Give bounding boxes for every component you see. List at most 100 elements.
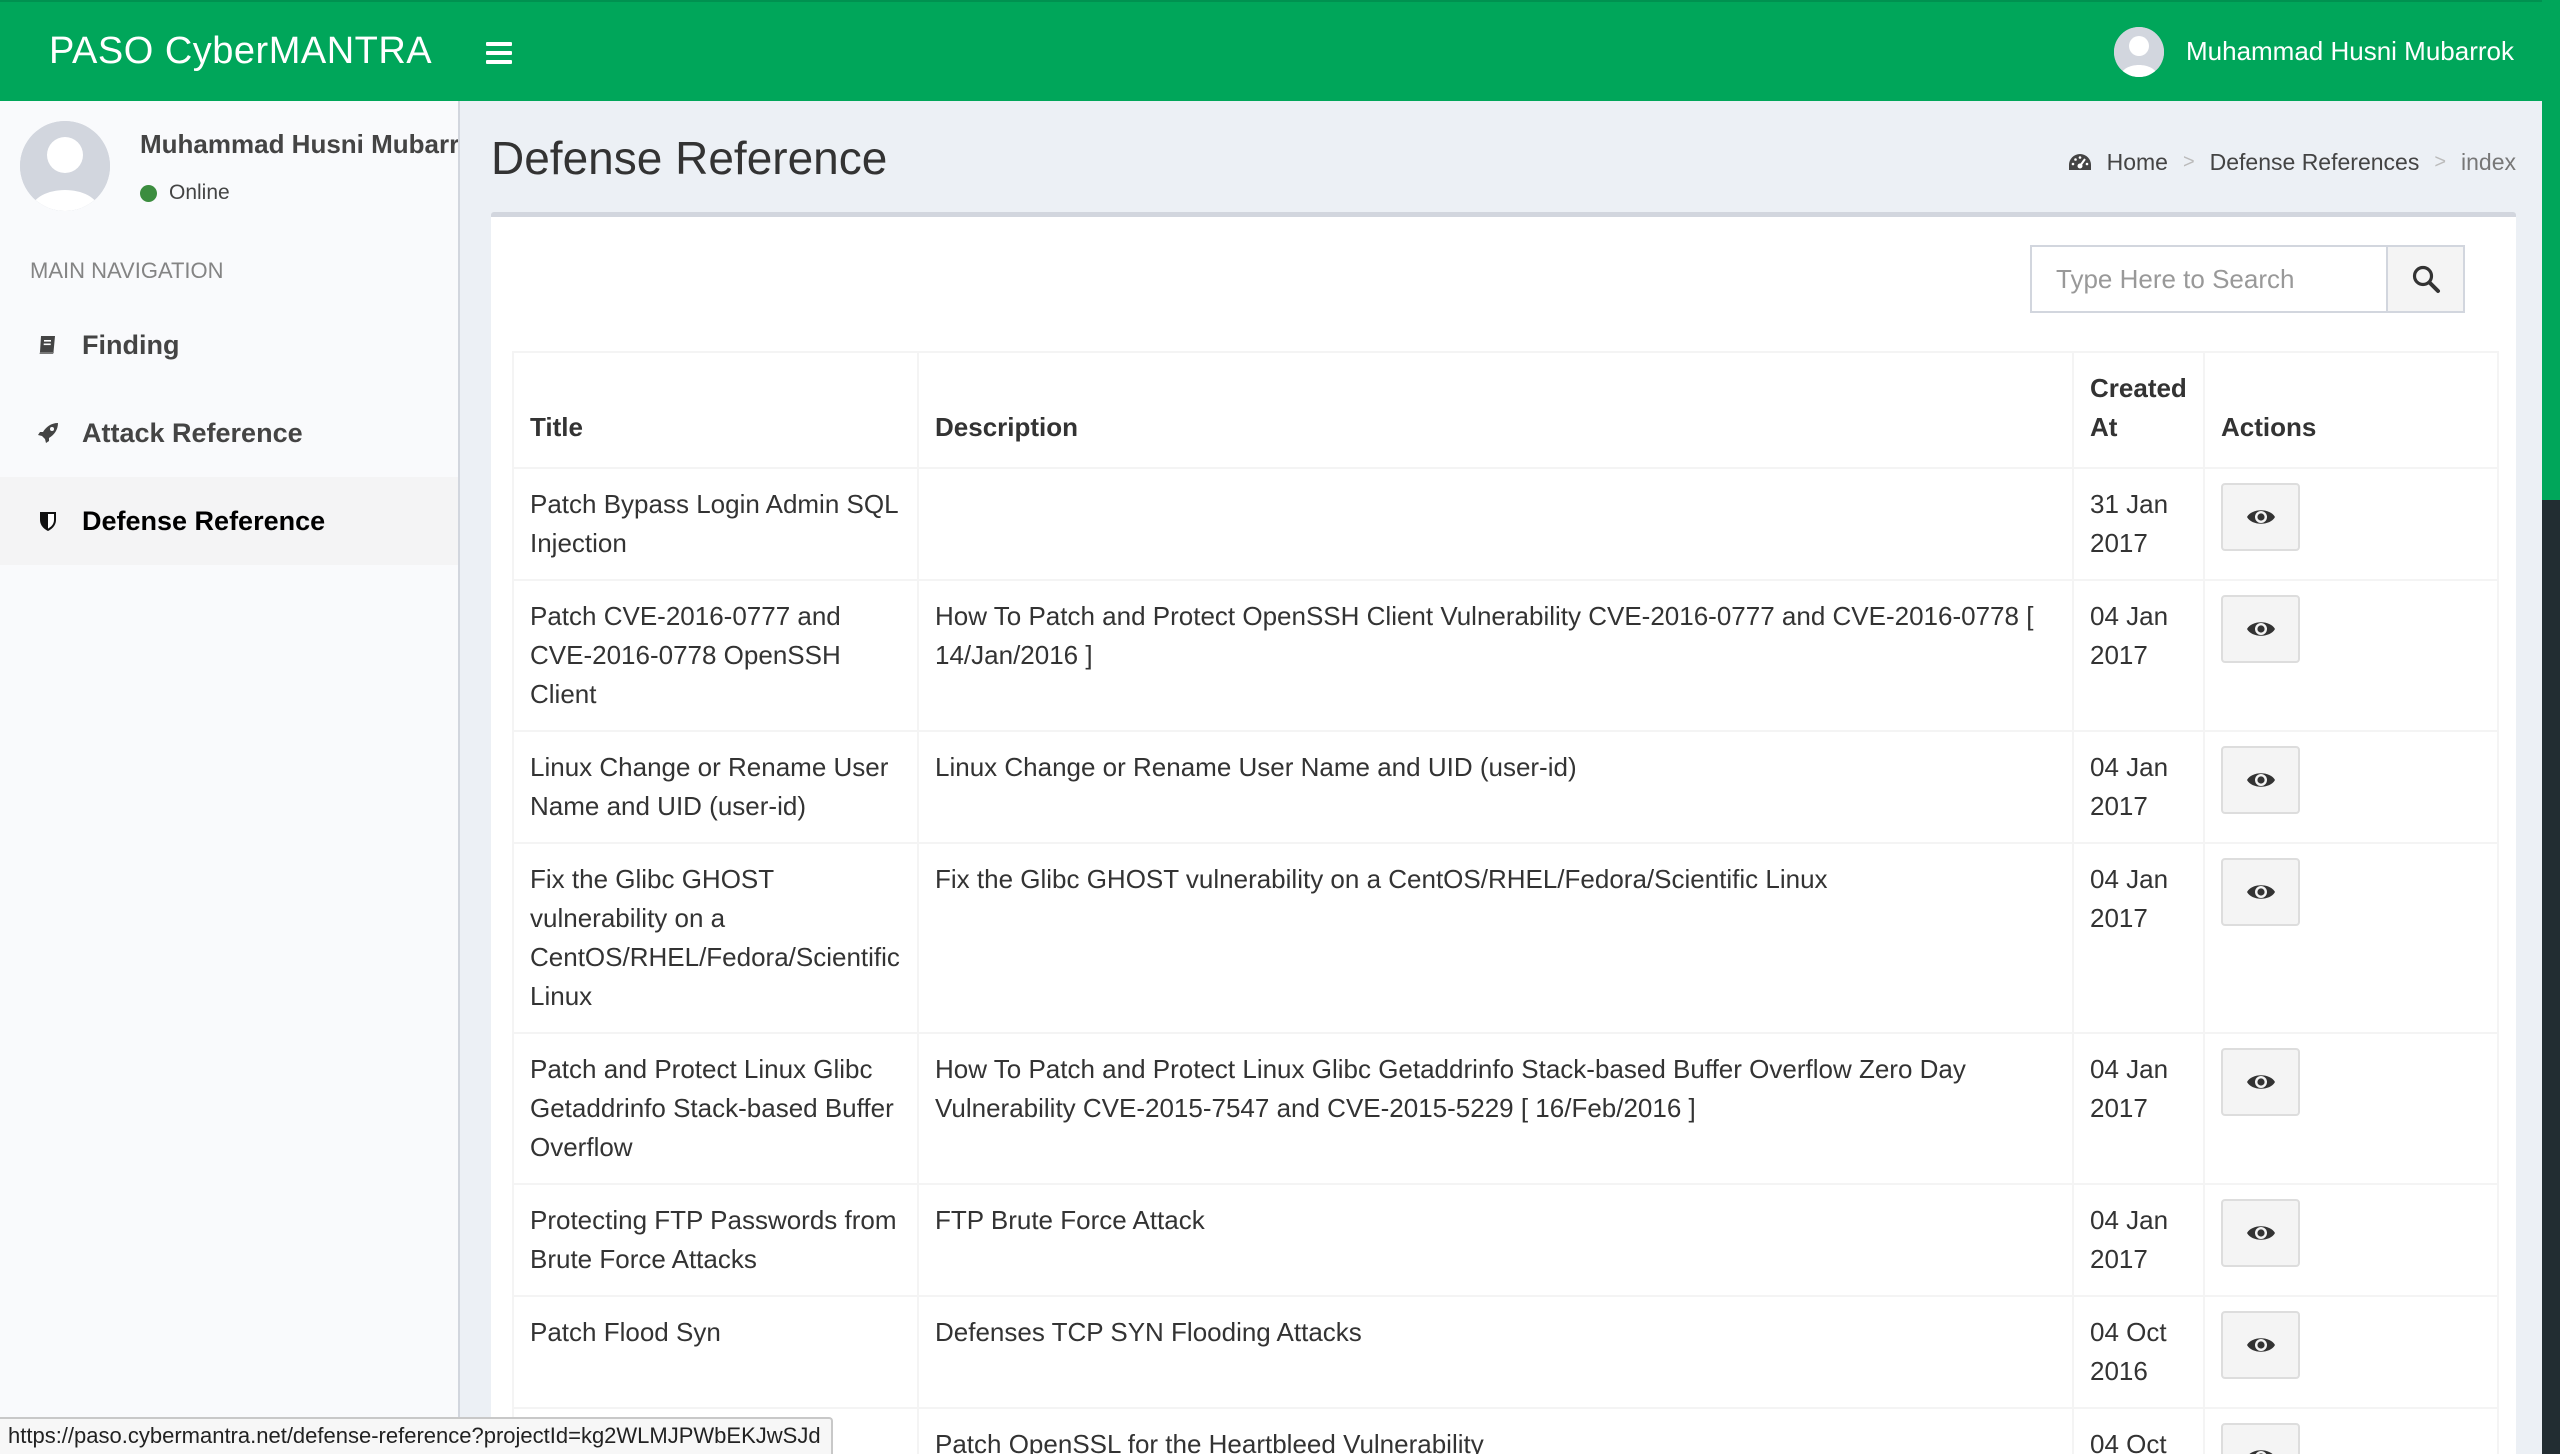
breadcrumb-home[interactable]: Home xyxy=(2107,149,2168,176)
view-button[interactable] xyxy=(2221,858,2300,926)
view-button[interactable] xyxy=(2221,1048,2300,1116)
cell-description: Defenses TCP SYN Flooding Attacks xyxy=(917,1295,2074,1409)
cell-description: Linux Change or Rename User Name and UID… xyxy=(917,730,2074,844)
view-button[interactable] xyxy=(2221,1423,2300,1454)
cell-title: Patch and Protect Linux Glibc Getaddrinf… xyxy=(512,1032,919,1185)
table-row: Linux Change or Rename User Name and UID… xyxy=(512,730,2499,844)
cell-actions xyxy=(2203,1032,2499,1185)
cell-description: How To Patch and Protect Linux Glibc Get… xyxy=(917,1032,2074,1185)
cell-actions xyxy=(2203,730,2499,844)
search-input[interactable] xyxy=(2030,245,2386,313)
cell-actions xyxy=(2203,1183,2499,1297)
book-icon xyxy=(36,332,82,358)
cell-title: Fix the Glibc GHOST vulnerability on a C… xyxy=(512,842,919,1034)
online-status-icon xyxy=(140,184,157,202)
cell-description: FTP Brute Force Attack xyxy=(917,1183,2074,1297)
cell-actions xyxy=(2203,579,2499,732)
sidebar-item-finding[interactable]: Finding xyxy=(0,301,458,389)
user-menu-name: Muhammad Husni Mubarrok xyxy=(2185,36,2514,66)
sidebar-item-label: Defense Reference xyxy=(82,505,326,536)
view-button[interactable] xyxy=(2221,746,2300,814)
user-menu[interactable]: Muhammad Husni Mubarrok xyxy=(2113,2,2514,101)
eye-icon xyxy=(2246,773,2275,787)
shield-icon xyxy=(36,508,82,534)
table-row: Patch and Protect Linux Glibc Getaddrinf… xyxy=(512,1032,2499,1185)
defense-reference-table: Title Description Created At Actions Pat… xyxy=(512,351,2499,1454)
sidebar-item-label: Finding xyxy=(82,329,180,360)
view-button[interactable] xyxy=(2221,1199,2300,1267)
table-body: Patch Bypass Login Admin SQL Injection 31… xyxy=(512,467,2499,1454)
table-row: Patch Flood Syn Defenses TCP SYN Flooding… xyxy=(512,1295,2499,1409)
eye-icon xyxy=(2246,1075,2275,1089)
search-group xyxy=(2030,245,2465,313)
sidebar: Muhammad Husni Mubarrok Online MAIN NAVI… xyxy=(0,101,460,1454)
dashboard-icon xyxy=(2068,153,2091,170)
user-status: Online xyxy=(140,181,230,205)
breadcrumb-separator: > xyxy=(2182,151,2195,173)
cell-actions xyxy=(2203,467,2499,581)
sidebar-toggle-icon[interactable] xyxy=(486,42,512,64)
cell-created-at: 04 Jan 2017 xyxy=(2072,730,2205,844)
search-icon xyxy=(2412,265,2440,293)
breadcrumb-separator: > xyxy=(2434,151,2447,173)
cell-description: Patch OpenSSL for the Heartbleed Vulnera… xyxy=(917,1407,2074,1454)
cell-title: Protecting FTP Passwords from Brute Forc… xyxy=(512,1183,919,1297)
rocket-icon xyxy=(36,420,82,446)
cell-created-at: 04 Jan 2017 xyxy=(2072,1032,2205,1185)
sidebar-user-name: Muhammad Husni Mubarrok xyxy=(140,129,458,159)
cell-description xyxy=(917,467,2074,581)
table-row: Protecting FTP Passwords from Brute Forc… xyxy=(512,1183,2499,1297)
link-status-bar: https://paso.cybermantra.net/defense-ref… xyxy=(0,1417,833,1454)
top-navbar: PASO CyberMANTRA Muhammad Husni Mubarrok xyxy=(0,0,2542,101)
cell-created-at: 04 Jan 2017 xyxy=(2072,579,2205,732)
cell-description: Fix the Glibc GHOST vulnerability on a C… xyxy=(917,842,2074,1034)
cell-created-at: 04 Jan 2017 xyxy=(2072,842,2205,1034)
eye-icon xyxy=(2246,885,2275,899)
search-button[interactable] xyxy=(2386,245,2465,313)
eye-icon xyxy=(2246,1338,2275,1352)
cell-title: Patch Flood Syn xyxy=(512,1295,919,1409)
avatar xyxy=(20,121,110,211)
cell-created-at: 04 Oct 2016 xyxy=(2072,1407,2205,1454)
column-header-description[interactable]: Description xyxy=(917,351,2074,469)
cell-title: Patch CVE-2016-0777 and CVE-2016-0778 Op… xyxy=(512,579,919,732)
table-header-row: Title Description Created At Actions xyxy=(512,351,2499,469)
sidebar-item-attack-reference[interactable]: Attack Reference xyxy=(0,389,458,477)
view-button[interactable] xyxy=(2221,483,2300,551)
eye-icon xyxy=(2249,1450,2272,1454)
scrollbar-thumb[interactable] xyxy=(2542,500,2560,1454)
table-row: Patch CVE-2016-0777 and CVE-2016-0778 Op… xyxy=(512,579,2499,732)
table-row: Patch Bypass Login Admin SQL Injection 31… xyxy=(512,467,2499,581)
nav-header: MAIN NAVIGATION xyxy=(30,258,224,283)
cell-created-at: 04 Jan 2017 xyxy=(2072,1183,2205,1297)
eye-icon xyxy=(2246,510,2275,524)
breadcrumb: Home > Defense References > index xyxy=(2067,149,2516,176)
content-header: Defense Reference Home > Defense Referen… xyxy=(491,101,2516,211)
cell-created-at: 31 Jan 2017 xyxy=(2072,467,2205,581)
table-row: Fix the Glibc GHOST vulnerability on a C… xyxy=(512,842,2499,1034)
eye-icon xyxy=(2246,622,2275,636)
content-box: Title Description Created At Actions Pat… xyxy=(491,212,2516,1454)
user-status-label: Online xyxy=(169,181,230,204)
column-header-actions: Actions xyxy=(2203,351,2499,469)
cell-title: Linux Change or Rename User Name and UID… xyxy=(512,730,919,844)
view-button[interactable] xyxy=(2221,595,2300,663)
sidebar-item-label: Attack Reference xyxy=(82,417,303,448)
page-title: Defense Reference xyxy=(491,132,888,184)
view-button[interactable] xyxy=(2221,1311,2300,1379)
sidebar-item-defense-reference[interactable]: Defense Reference xyxy=(0,477,458,565)
breadcrumb-current: index xyxy=(2461,149,2516,175)
brand-logo[interactable]: PASO CyberMANTRA xyxy=(0,2,460,101)
avatar xyxy=(2113,26,2164,77)
breadcrumb-defense-references[interactable]: Defense References xyxy=(2210,149,2420,176)
cell-actions xyxy=(2203,842,2499,1034)
user-panel: Muhammad Husni Mubarrok Online xyxy=(0,101,458,241)
cell-title: Patch Bypass Login Admin SQL Injection xyxy=(512,467,919,581)
cell-actions xyxy=(2203,1407,2499,1454)
page-scrollbar[interactable] xyxy=(2542,0,2560,1454)
column-header-created-at[interactable]: Created At xyxy=(2072,351,2205,469)
column-header-title[interactable]: Title xyxy=(512,351,919,469)
cell-description: How To Patch and Protect OpenSSH Client … xyxy=(917,579,2074,732)
eye-icon xyxy=(2246,1226,2275,1240)
cell-created-at: 04 Oct 2016 xyxy=(2072,1295,2205,1409)
